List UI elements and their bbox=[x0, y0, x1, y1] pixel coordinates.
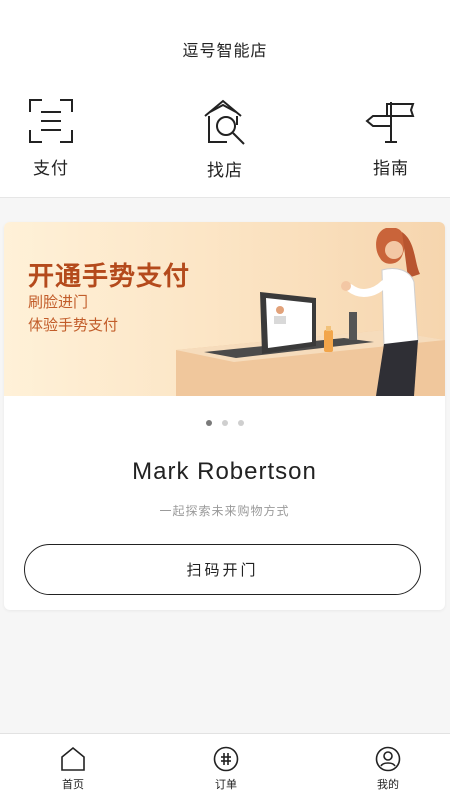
guide-label: 指南 bbox=[373, 159, 409, 178]
user-icon bbox=[375, 746, 401, 772]
banner-line-2: 体验手势支付 bbox=[28, 317, 119, 334]
carousel-dot-3[interactable] bbox=[237, 420, 244, 426]
tab-home[interactable]: 首页 bbox=[23, 734, 123, 800]
tab-mine-label: 我的 bbox=[377, 779, 399, 791]
carousel-indicator bbox=[4, 420, 445, 426]
pay-button[interactable]: 支付 bbox=[0, 78, 106, 198]
find-store-button[interactable]: 找店 bbox=[170, 78, 280, 198]
tab-mine[interactable]: 我的 bbox=[338, 734, 438, 800]
order-hash-icon bbox=[213, 746, 239, 772]
guide-button[interactable]: 指南 bbox=[336, 78, 446, 198]
carousel-dot-1[interactable] bbox=[205, 420, 212, 426]
slogan: 一起探索未来购物方式 bbox=[159, 504, 290, 518]
store-search-icon bbox=[204, 99, 245, 145]
banner-line-1: 刷脸进门 bbox=[28, 294, 89, 311]
user-name: Mark Robertson bbox=[132, 458, 317, 485]
scan-frame-icon bbox=[29, 99, 73, 143]
quick-actions: 支付 找店 指南 bbox=[0, 78, 450, 198]
find-store-label: 找店 bbox=[207, 161, 243, 180]
signpost-icon bbox=[365, 102, 415, 143]
tab-orders[interactable]: 订单 bbox=[176, 734, 276, 800]
page-title: 逗号智能店 bbox=[182, 43, 268, 60]
scan-open-door-button[interactable]: 扫码开门 bbox=[24, 544, 421, 595]
tab-home-label: 首页 bbox=[62, 779, 84, 791]
banner-title: 开通手势支付 bbox=[28, 261, 191, 291]
carousel-dot-2[interactable] bbox=[221, 420, 228, 426]
promo-banner[interactable]: 开通手势支付 刷脸进门 体验手势支付 bbox=[4, 222, 445, 396]
app-header: 逗号智能店 bbox=[0, 0, 450, 78]
promo-card: 开通手势支付 刷脸进门 体验手势支付 Mark Robertson 一起探索未来… bbox=[4, 222, 445, 610]
home-icon bbox=[61, 746, 85, 771]
tab-orders-label: 订单 bbox=[215, 779, 237, 791]
pay-label: 支付 bbox=[33, 159, 69, 178]
bottom-tab-bar: 首页 订单 我的 bbox=[0, 733, 450, 800]
